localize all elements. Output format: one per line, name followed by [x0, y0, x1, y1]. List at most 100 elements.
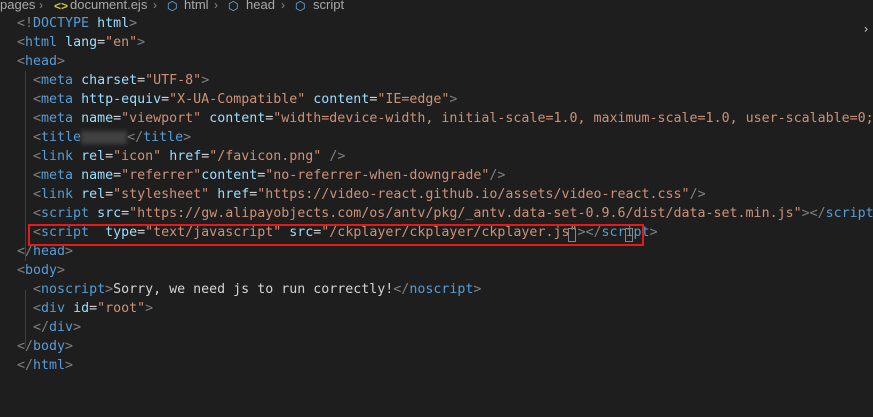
code-token: "stylesheet"	[113, 187, 210, 202]
code-editor[interactable]: <!DOCTYPE html> <html lang="en"> <head> <m…	[0, 14, 873, 417]
code-token: >	[183, 130, 192, 145]
code-line[interactable]: <meta name="referrer"content="no-referre…	[17, 166, 505, 185]
code-token: "https://gw.alipayobjects.com/os/antv/pk…	[129, 206, 802, 221]
code-token: >	[449, 92, 458, 107]
code-line[interactable]: <body>	[17, 261, 65, 280]
code-token: "referrer"	[121, 168, 202, 183]
code-line[interactable]: <script src="https://gw.alipayobjects.co…	[17, 204, 873, 223]
code-token: lang	[65, 35, 98, 50]
breadcrumb-separator: ›	[39, 0, 43, 12]
code-line[interactable]: </html>	[17, 356, 73, 375]
code-token: >	[105, 282, 114, 297]
code-line[interactable]: <link rel="icon" href="/favicon.png" />	[17, 147, 345, 166]
code-token: "UTF-8"	[145, 73, 202, 88]
code-token: <	[33, 206, 42, 221]
code-token: <	[33, 301, 42, 316]
code-line[interactable]: <link rel="stylesheet" href="https://vid…	[17, 185, 706, 204]
code-token: "https://video-react.github.io/assets/vi…	[257, 187, 690, 202]
code-token: <	[17, 263, 26, 278]
breadcrumb-separator: ›	[153, 0, 157, 12]
breadcrumb-item-html[interactable]: html	[184, 0, 209, 12]
code-token: =	[137, 73, 146, 88]
bracket-match-marker	[568, 228, 576, 242]
code-token: >	[65, 339, 74, 354]
code-token: meta	[41, 73, 74, 88]
code-token: div	[49, 320, 74, 335]
code-token: </	[33, 320, 50, 335]
code-token: <	[17, 54, 26, 69]
code-token: <	[33, 130, 42, 145]
code-token: link	[41, 149, 74, 164]
code-line[interactable]: <meta name="viewport" content="width=dev…	[17, 109, 873, 128]
code-token: =	[105, 187, 114, 202]
code-line[interactable]: <html lang="en">	[17, 33, 145, 52]
code-token: >	[473, 282, 482, 297]
code-token: >	[137, 35, 146, 50]
code-token: <	[33, 282, 42, 297]
code-line[interactable]: <noscript>Sorry, we need js to run corre…	[17, 280, 481, 299]
code-token: name	[81, 168, 114, 183]
code-token: <	[33, 149, 42, 164]
code-token: =	[161, 92, 170, 107]
code-token: =	[97, 35, 106, 50]
bracket-match-marker	[625, 228, 633, 242]
code-token: content	[209, 111, 266, 126]
code-token: "width=device-width, initial-scale=1.0, …	[273, 111, 873, 126]
code-token: rel	[81, 149, 106, 164]
code-token: "IE=edge"	[377, 92, 450, 107]
code-line[interactable]: </div>	[17, 318, 81, 337]
code-token: name	[81, 111, 114, 126]
breadcrumb-item-script[interactable]: script	[313, 0, 344, 12]
code-token: content	[313, 92, 370, 107]
code-token: title	[143, 130, 184, 145]
code-token: >	[201, 73, 210, 88]
code-line[interactable]: <title </title>	[17, 128, 191, 147]
code-line[interactable]: <div id="root">	[17, 299, 153, 318]
code-line[interactable]: <!DOCTYPE html>	[17, 14, 137, 33]
code-token: src	[97, 206, 122, 221]
breadcrumb-item-document-ejs[interactable]: document.ejs	[70, 0, 147, 12]
code-token: noscript	[409, 282, 474, 297]
code-token: <	[33, 168, 42, 183]
code-token: </	[17, 358, 34, 373]
code-line[interactable]: <head>	[17, 52, 65, 71]
code-token: />	[489, 168, 506, 183]
code-token: head	[33, 244, 66, 259]
code-token: Sorry, we need js to run correctly!	[113, 282, 394, 297]
code-token: </	[17, 244, 34, 259]
element-cube-icon: ⬡	[295, 0, 306, 13]
code-line[interactable]: <meta http-equiv="X-UA-Compatible" conte…	[17, 90, 457, 109]
breadcrumb-item-head[interactable]: head	[246, 0, 275, 12]
code-token: charset	[81, 73, 138, 88]
code-token: script	[41, 206, 90, 221]
code-token: title	[41, 130, 82, 145]
code-token: http-equiv	[81, 92, 162, 107]
code-token: html	[33, 358, 66, 373]
code-token: body	[33, 339, 66, 354]
breadcrumb-item-pages[interactable]: pages	[0, 0, 35, 12]
code-token: href	[217, 187, 250, 202]
code-token: />	[689, 187, 706, 202]
code-line[interactable]: <meta charset="UTF-8">	[17, 71, 209, 90]
code-token: "X-UA-Compatible"	[169, 92, 306, 107]
code-line[interactable]: </body>	[17, 337, 73, 356]
code-token: id	[73, 301, 90, 316]
code-token: html	[25, 35, 58, 50]
code-token: script	[825, 206, 873, 221]
code-token: meta	[41, 168, 74, 183]
